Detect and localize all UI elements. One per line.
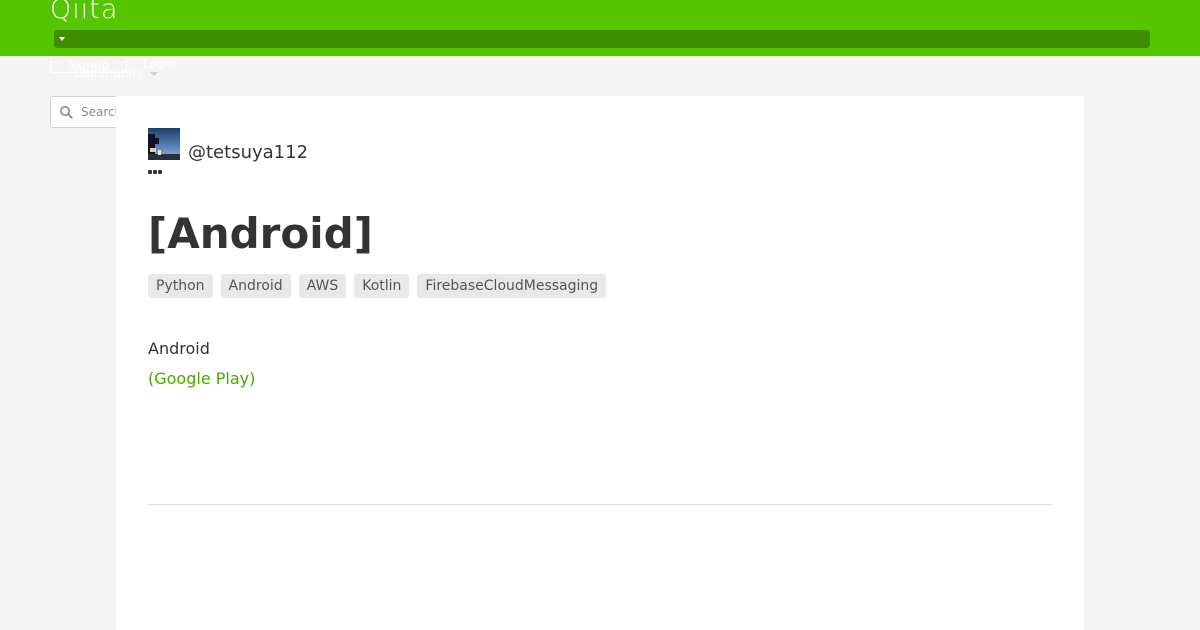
tag[interactable]: Android [220,274,291,298]
article-title: [Android] [148,209,373,258]
article-body-text: Android [148,339,210,358]
google-play-link[interactable]: (Google Play) [148,369,255,388]
login-link[interactable]: Login [143,57,175,71]
caret-down-icon [59,37,65,41]
menu-bar[interactable] [54,30,1150,48]
site-header: Qiita [0,0,1200,56]
author-username[interactable]: @tetsuya112 [188,142,308,163]
search-icon [60,106,73,119]
tag[interactable]: Kotlin [354,274,410,298]
tag[interactable]: FirebaseCloudMessaging [417,274,607,298]
more-dots-icon[interactable] [148,170,162,174]
tag[interactable]: Python [148,274,213,298]
tag[interactable]: AWS [298,274,347,298]
avatar[interactable] [148,128,180,160]
tag-list: Python Android AWS Kotlin FirebaseCloudM… [148,274,607,298]
qiita-logo[interactable]: Qiita [50,0,118,25]
community-menu[interactable]: Community [74,66,143,80]
divider [148,504,1052,505]
chevron-down-icon [150,72,158,76]
article-card: @tetsuya112 [Android] Python Android AWS… [116,96,1084,630]
